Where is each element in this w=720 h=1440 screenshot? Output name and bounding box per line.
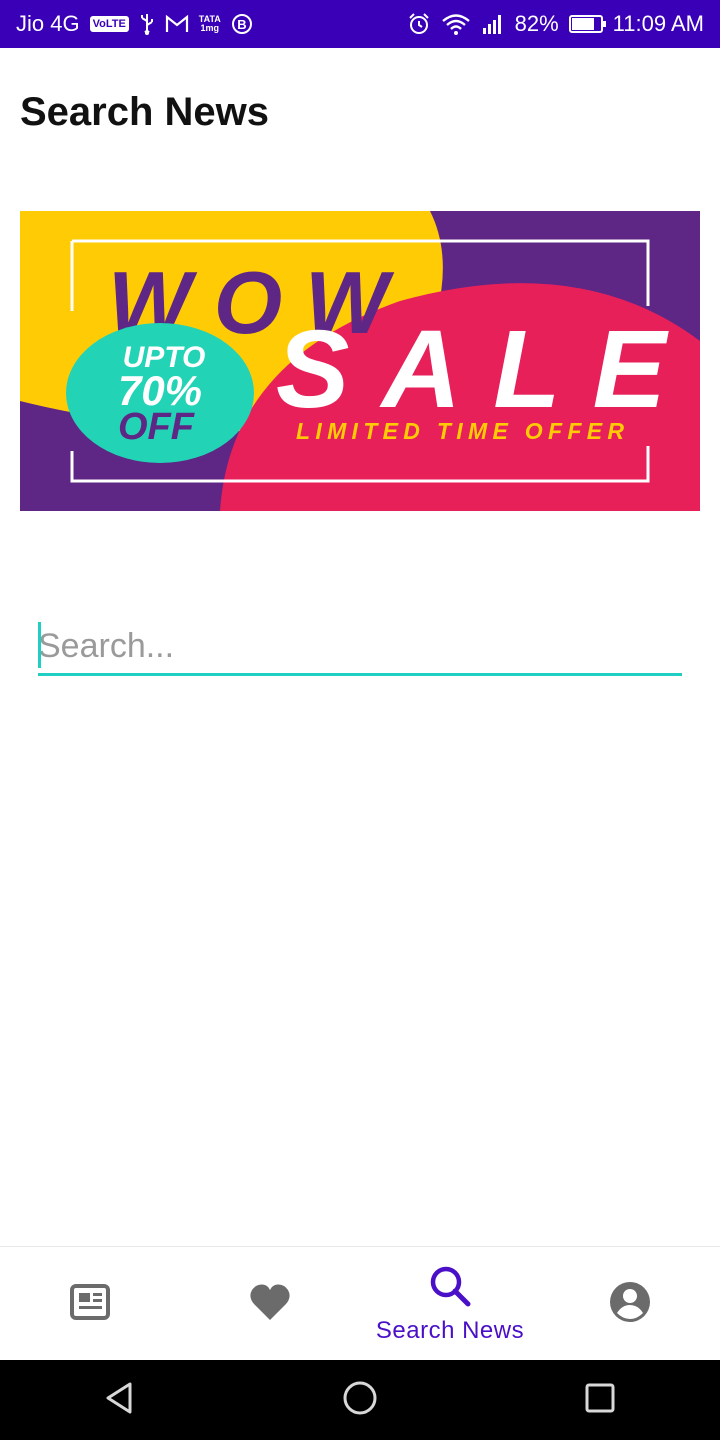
signal-icon bbox=[481, 13, 505, 35]
recents-icon bbox=[582, 1380, 618, 1421]
b-circle-icon: B bbox=[231, 13, 253, 35]
nav-label-search: Search News bbox=[375, 1316, 525, 1344]
back-icon bbox=[102, 1380, 138, 1421]
volte-badge: VoLTE bbox=[89, 16, 129, 32]
back-button[interactable] bbox=[80, 1360, 160, 1440]
battery-icon bbox=[568, 15, 606, 33]
usb-icon bbox=[139, 13, 155, 35]
text-cursor bbox=[38, 622, 41, 668]
heart-icon bbox=[248, 1282, 292, 1327]
page-title: Search News bbox=[20, 90, 270, 134]
search-field[interactable] bbox=[38, 614, 682, 678]
carrier-label: Jio 4G bbox=[16, 11, 80, 36]
home-button[interactable] bbox=[320, 1360, 400, 1440]
alarm-icon bbox=[407, 12, 431, 36]
status-left: Jio 4G VoLTE TATA 1mg B bbox=[16, 11, 253, 37]
status-bar: Jio 4G VoLTE TATA 1mg B 82% 11:09 AM bbox=[0, 0, 720, 48]
banner-off-text: OFF bbox=[118, 406, 196, 448]
battery-fill bbox=[571, 18, 595, 30]
sale-banner[interactable]: WOW UPTO 70% OFF SALE LIMITED TIME OFFER bbox=[20, 211, 700, 511]
nav-item-favorites[interactable] bbox=[180, 1247, 360, 1361]
status-right: 82% 11:09 AM bbox=[407, 11, 704, 37]
sale-banner-graphic: WOW UPTO 70% OFF SALE LIMITED TIME OFFER bbox=[20, 211, 700, 511]
gmail-icon bbox=[165, 15, 189, 33]
nav-item-search[interactable]: Search News bbox=[360, 1247, 540, 1361]
newspaper-icon bbox=[68, 1282, 112, 1327]
system-navigation-bar bbox=[0, 1360, 720, 1440]
nav-item-account[interactable] bbox=[540, 1247, 720, 1361]
battery-percent: 82% bbox=[514, 11, 559, 36]
search-icon bbox=[428, 1264, 472, 1313]
tata-1mg-icon: TATA 1mg bbox=[199, 15, 221, 33]
tata-line2: 1mg bbox=[200, 23, 220, 33]
wifi-icon bbox=[441, 12, 471, 36]
recents-button[interactable] bbox=[560, 1360, 640, 1440]
clock: 11:09 AM bbox=[612, 11, 704, 36]
account-icon bbox=[608, 1280, 652, 1329]
nav-item-news[interactable] bbox=[0, 1247, 180, 1361]
search-input[interactable] bbox=[38, 614, 682, 676]
bottom-navigation: Search News bbox=[0, 1246, 720, 1361]
svg-text:B: B bbox=[237, 17, 246, 32]
banner-tagline-text: LIMITED TIME OFFER bbox=[296, 418, 624, 444]
home-icon bbox=[342, 1380, 378, 1421]
